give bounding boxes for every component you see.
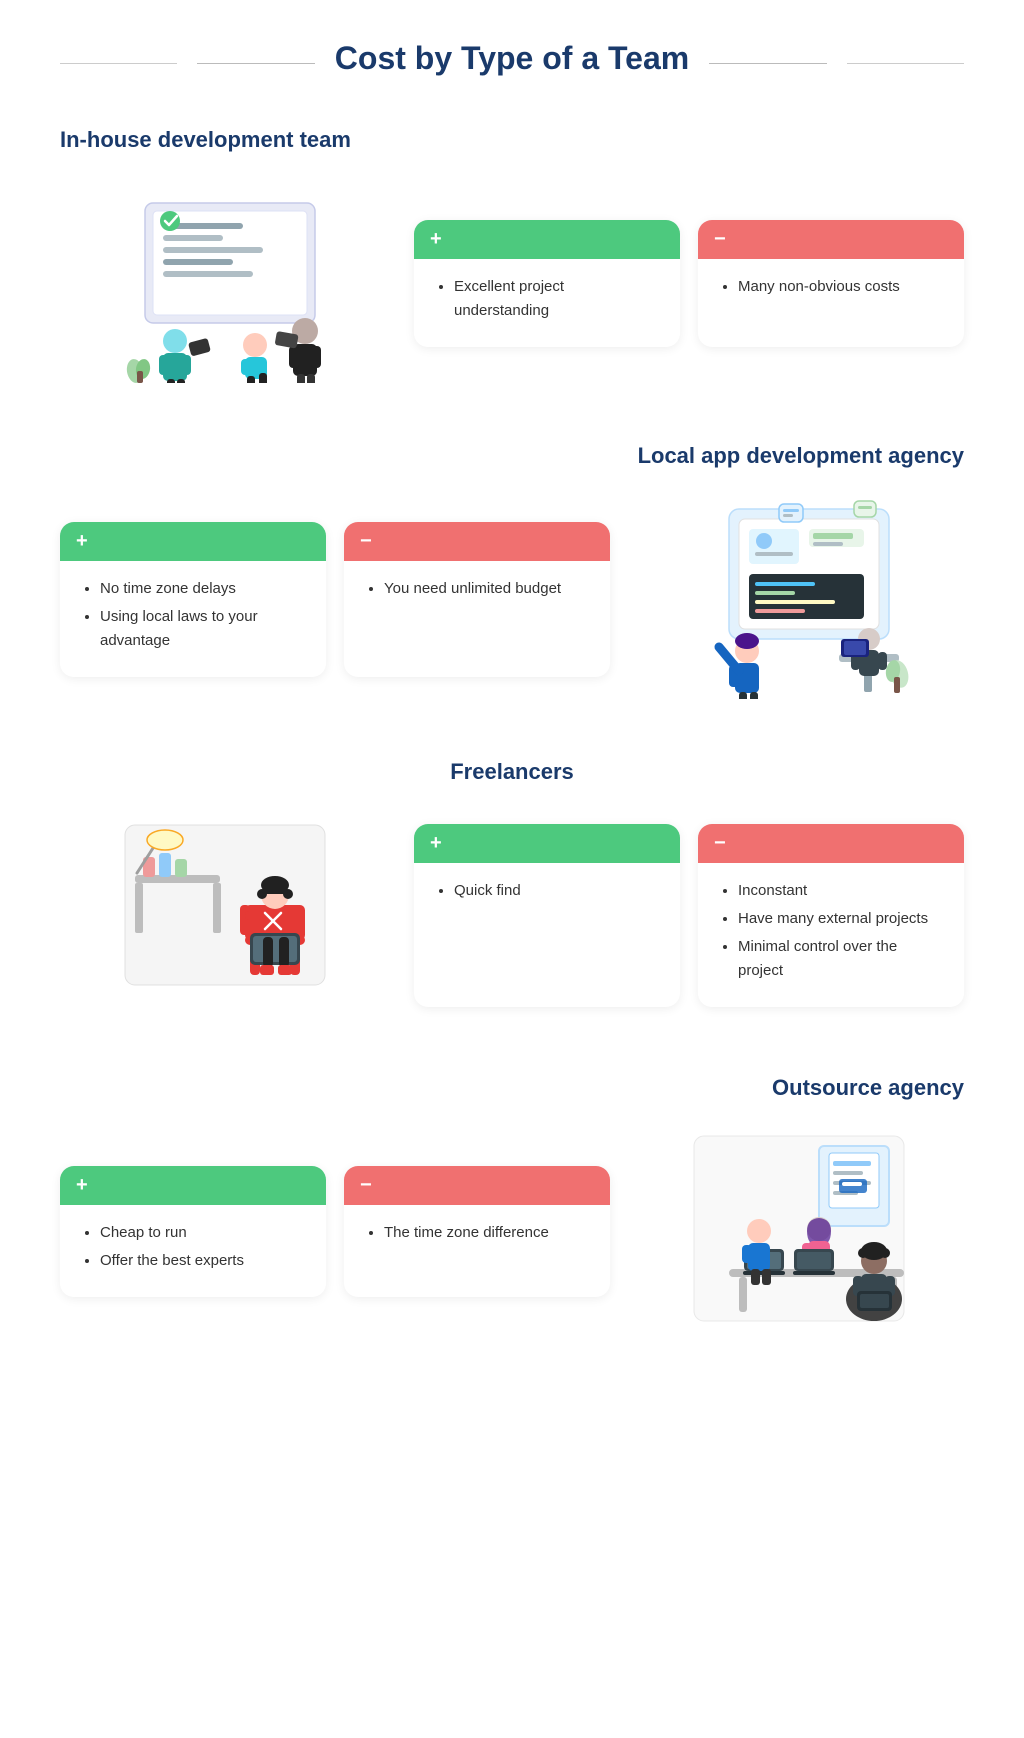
section-freelancers-row: + Quick find − Inconstant Have many exte… xyxy=(60,815,964,1015)
card-freelancers-pros: + Quick find xyxy=(414,824,680,1007)
section-outsource-title: Outsource agency xyxy=(60,1075,964,1101)
illustration-inhouse xyxy=(60,183,390,383)
freelancers-pros-item-1: Quick find xyxy=(454,879,660,903)
cards-local-group: + No time zone delays Using local laws t… xyxy=(60,522,610,677)
card-freelancers-cons-body: Inconstant Have many external projects M… xyxy=(698,863,964,1007)
illustration-outsource xyxy=(634,1131,964,1331)
card-freelancers-pros-body: Quick find xyxy=(414,863,680,927)
card-inhouse-cons: − Many non-obvious costs xyxy=(698,220,964,347)
section-outsource: Outsource agency + Cheap to run Offer th… xyxy=(60,1075,964,1331)
card-inhouse-pros-header: + xyxy=(414,220,680,259)
section-freelancers: Freelancers xyxy=(60,759,964,1015)
card-freelancers-cons: − Inconstant Have many external projects… xyxy=(698,824,964,1007)
section-freelancers-title: Freelancers xyxy=(60,759,964,785)
freelancers-cons-item-3: Minimal control over the project xyxy=(738,935,944,983)
local-pros-item-1: No time zone delays xyxy=(100,577,306,601)
illustration-freelancers-box xyxy=(115,815,335,1015)
illustration-local-agency-box xyxy=(689,499,909,699)
outsource-cons-item-1: The time zone difference xyxy=(384,1221,590,1245)
card-local-pros-body: No time zone delays Using local laws to … xyxy=(60,561,326,677)
illustration-outsource-box xyxy=(689,1131,909,1331)
section-inhouse-row: + Excellent project understanding − Many… xyxy=(60,183,964,383)
section-outsource-row: + Cheap to run Offer the best experts − … xyxy=(60,1131,964,1331)
section-inhouse-title: In-house development team xyxy=(60,127,964,153)
card-freelancers-pros-header: + xyxy=(414,824,680,863)
card-local-cons: − You need unlimited budget xyxy=(344,522,610,677)
illustration-inhouse-box xyxy=(115,183,335,383)
card-inhouse-cons-header: − xyxy=(698,220,964,259)
section-local-agency: Local app development agency + No time z… xyxy=(60,443,964,699)
card-outsource-pros-body: Cheap to run Offer the best experts xyxy=(60,1205,326,1297)
section-inhouse: In-house development team xyxy=(60,127,964,383)
card-outsource-pros: + Cheap to run Offer the best experts xyxy=(60,1166,326,1297)
cards-inhouse-group: + Excellent project understanding − Many… xyxy=(414,220,964,347)
card-outsource-pros-header: + xyxy=(60,1166,326,1205)
pros-item-1: Excellent project understanding xyxy=(454,275,660,323)
title-divider-right xyxy=(709,63,826,64)
section-local-agency-row: + No time zone delays Using local laws t… xyxy=(60,499,964,699)
card-local-pros: + No time zone delays Using local laws t… xyxy=(60,522,326,677)
illustration-freelancers xyxy=(60,815,390,1015)
cards-outsource-group: + Cheap to run Offer the best experts − … xyxy=(60,1166,610,1297)
page-container: Cost by Type of a Team In-house developm… xyxy=(0,0,1024,1431)
page-title: Cost by Type of a Team xyxy=(335,40,689,77)
title-divider-left xyxy=(197,63,314,64)
card-local-pros-header: + xyxy=(60,522,326,561)
local-pros-item-2: Using local laws to your advantage xyxy=(100,605,306,653)
card-outsource-cons: − The time zone difference xyxy=(344,1166,610,1297)
freelancers-cons-item-1: Inconstant xyxy=(738,879,944,903)
card-local-cons-header: − xyxy=(344,522,610,561)
freelancers-cons-item-2: Have many external projects xyxy=(738,907,944,931)
card-inhouse-pros: + Excellent project understanding xyxy=(414,220,680,347)
cards-freelancers-group: + Quick find − Inconstant Have many exte… xyxy=(414,824,964,1007)
cons-item-1: Many non-obvious costs xyxy=(738,275,944,299)
section-local-agency-title: Local app development agency xyxy=(60,443,964,469)
card-outsource-cons-body: The time zone difference xyxy=(344,1205,610,1269)
outsource-pros-item-1: Cheap to run xyxy=(100,1221,306,1245)
card-local-cons-body: You need unlimited budget xyxy=(344,561,610,625)
page-title-row: Cost by Type of a Team xyxy=(60,40,964,87)
illustration-local-agency xyxy=(634,499,964,699)
outsource-pros-item-2: Offer the best experts xyxy=(100,1249,306,1273)
card-inhouse-cons-body: Many non-obvious costs xyxy=(698,259,964,323)
local-cons-item-1: You need unlimited budget xyxy=(384,577,590,601)
card-inhouse-pros-body: Excellent project understanding xyxy=(414,259,680,347)
card-outsource-cons-header: − xyxy=(344,1166,610,1205)
card-freelancers-cons-header: − xyxy=(698,824,964,863)
